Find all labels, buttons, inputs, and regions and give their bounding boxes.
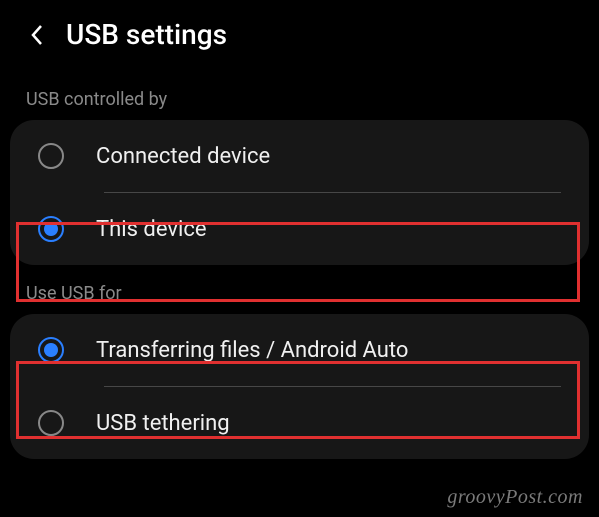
card-controlled-by: Connected device This device bbox=[10, 120, 589, 265]
option-transferring-files[interactable]: Transferring files / Android Auto bbox=[10, 314, 589, 386]
option-label: Connected device bbox=[96, 144, 270, 169]
section-label-controlled-by: USB controlled by bbox=[0, 71, 599, 120]
card-use-for: Transferring files / Android Auto USB te… bbox=[10, 314, 589, 459]
radio-icon bbox=[38, 410, 64, 436]
option-label: This device bbox=[96, 217, 207, 242]
option-this-device[interactable]: This device bbox=[10, 193, 589, 265]
option-connected-device[interactable]: Connected device bbox=[10, 120, 589, 192]
radio-icon bbox=[38, 143, 64, 169]
option-label: Transferring files / Android Auto bbox=[96, 338, 408, 363]
page-title: USB settings bbox=[66, 18, 227, 51]
option-usb-tethering[interactable]: USB tethering bbox=[10, 387, 589, 459]
back-icon[interactable] bbox=[28, 21, 46, 49]
option-label: USB tethering bbox=[96, 411, 230, 436]
radio-icon-selected bbox=[38, 216, 64, 242]
header: USB settings bbox=[0, 0, 599, 71]
radio-icon-selected bbox=[38, 337, 64, 363]
watermark: groovyPost.com bbox=[447, 486, 583, 509]
section-label-use-for: Use USB for bbox=[0, 265, 599, 314]
